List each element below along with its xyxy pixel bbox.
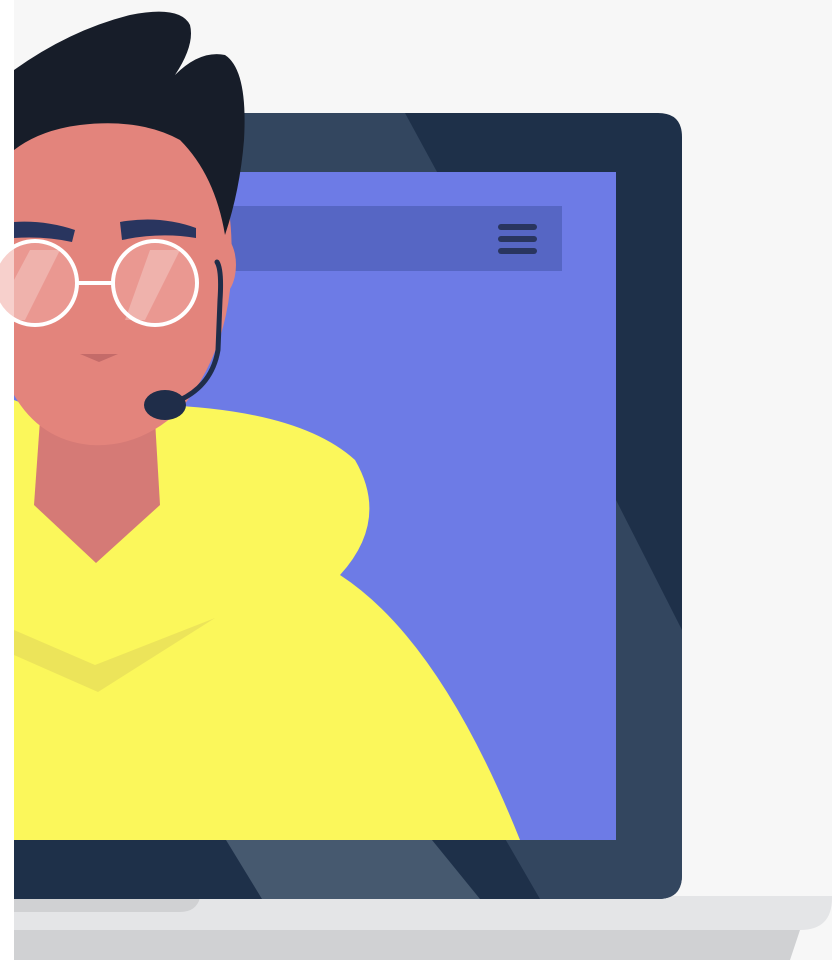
left-margin-strip [0, 0, 14, 960]
laptop-base [14, 896, 832, 960]
screen-menu-bar [180, 206, 562, 271]
menu-icon[interactable] [498, 224, 537, 254]
support-illustration [0, 0, 832, 960]
